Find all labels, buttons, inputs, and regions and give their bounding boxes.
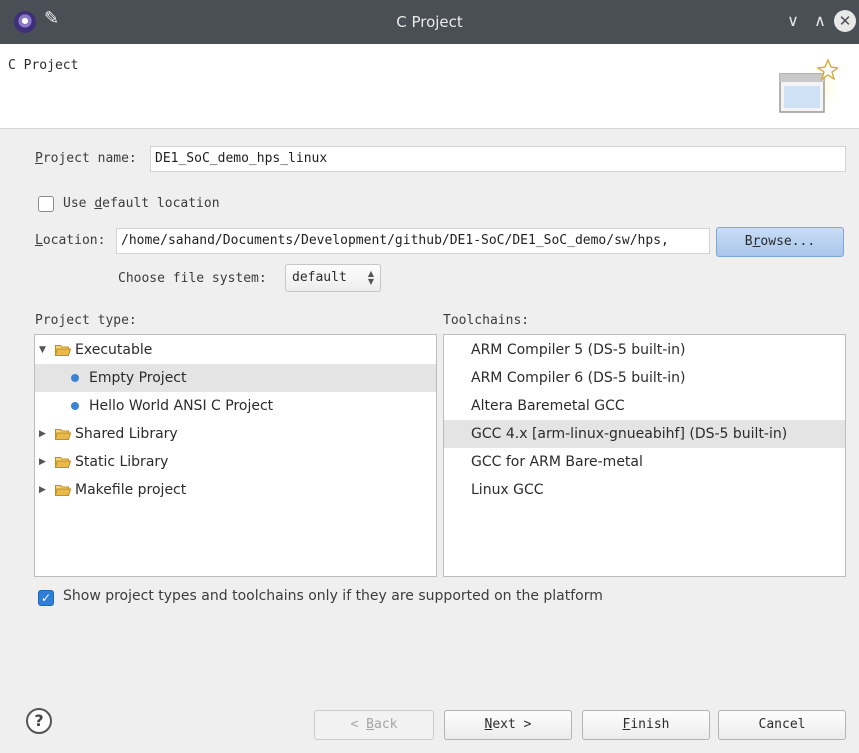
new-project-wizard-icon [779,58,838,114]
toolchain-item-selected[interactable]: GCC 4.x [arm-linux-gnueabihf] (DS-5 buil… [444,420,845,448]
tree-item-label: Executable [75,342,153,358]
toolchain-item[interactable]: ARM Compiler 6 (DS-5 built-in) [444,364,845,392]
tree-item-label: Hello World ANSI C Project [89,398,274,414]
location-label: Location: [35,233,106,248]
toolchain-item[interactable]: ARM Compiler 5 (DS-5 built-in) [444,336,845,364]
project-name-label: Project name: [35,151,137,166]
folder-icon [55,429,71,440]
file-system-select[interactable]: default ▲ ▼ [285,264,381,292]
tree-item-shared-library[interactable]: ▶ Shared Library [35,420,436,448]
finish-button[interactable]: Finish [582,710,710,740]
collapsed-arrow-icon[interactable]: ▶ [39,476,46,504]
window-title: C Project [396,13,463,31]
expanded-arrow-icon[interactable]: ▼ [39,336,46,364]
show-supported-only-checkbox[interactable]: ✓ [38,590,54,606]
toolchain-label: Altera Baremetal GCC [471,398,625,414]
toolchain-label: ARM Compiler 5 (DS-5 built-in) [471,342,686,358]
help-icon[interactable]: ? [26,708,52,734]
minimize-button[interactable]: ∨ [780,8,806,34]
tree-item-label: Shared Library [75,426,178,442]
folder-icon [55,457,71,468]
project-type-tree[interactable]: ▼ Executable Empty Project Hello World A… [34,334,437,577]
tree-item-makefile-project[interactable]: ▶ Makefile project [35,476,436,504]
tree-item-label: Makefile project [75,482,187,498]
bullet-icon [71,374,79,382]
tree-item-static-library[interactable]: ▶ Static Library [35,448,436,476]
wizard-heading: C Project [8,58,79,73]
use-default-location-checkbox[interactable] [38,196,54,212]
toolchain-label: GCC for ARM Bare-metal [471,454,643,470]
bullet-icon [71,402,79,410]
spinner-arrows-icon: ▲ ▼ [367,269,374,286]
toolchain-item[interactable]: Altera Baremetal GCC [444,392,845,420]
toolchains-label: Toolchains: [443,313,530,328]
file-system-label: Choose file system: [118,271,267,286]
next-button[interactable]: Next > [444,710,572,740]
toolchain-item[interactable]: GCC for ARM Bare-metal [444,448,845,476]
collapsed-arrow-icon[interactable]: ▶ [39,420,46,448]
tree-item-hello-world[interactable]: Hello World ANSI C Project [35,392,436,420]
browse-button[interactable]: Browse... [716,227,844,257]
wizard-banner: C Project [0,44,859,129]
toolchain-label: GCC 4.x [arm-linux-gnueabihf] (DS-5 buil… [471,426,788,442]
location-input[interactable]: /home/sahand/Documents/Development/githu… [116,228,710,254]
tree-item-label: Empty Project [89,370,187,386]
toolchains-list[interactable]: ARM Compiler 5 (DS-5 built-in) ARM Compi… [443,334,846,577]
tree-item-executable[interactable]: ▼ Executable [35,336,436,364]
collapsed-arrow-icon[interactable]: ▶ [39,448,46,476]
toolchain-label: ARM Compiler 6 (DS-5 built-in) [471,370,686,386]
close-button[interactable]: ✕ [834,10,856,32]
toolchain-label: Linux GCC [471,482,544,498]
folder-icon [55,485,71,496]
project-name-input[interactable]: DE1_SoC_demo_hps_linux [150,146,846,172]
maximize-button[interactable]: ∧ [807,8,833,34]
toolchain-item[interactable]: Linux GCC [444,476,845,504]
cancel-button[interactable]: Cancel [718,710,846,740]
show-supported-only-label[interactable]: Show project types and toolchains only i… [63,588,603,604]
title-bar: ✎ C Project ∨ ∧ ✕ [0,0,859,44]
tree-item-label: Static Library [75,454,169,470]
back-button[interactable]: < Back [314,710,434,740]
folder-open-icon [55,345,71,356]
project-type-label: Project type: [35,313,137,328]
use-default-location-label[interactable]: Use default location [63,196,220,211]
tree-item-empty-project[interactable]: Empty Project [35,364,436,392]
